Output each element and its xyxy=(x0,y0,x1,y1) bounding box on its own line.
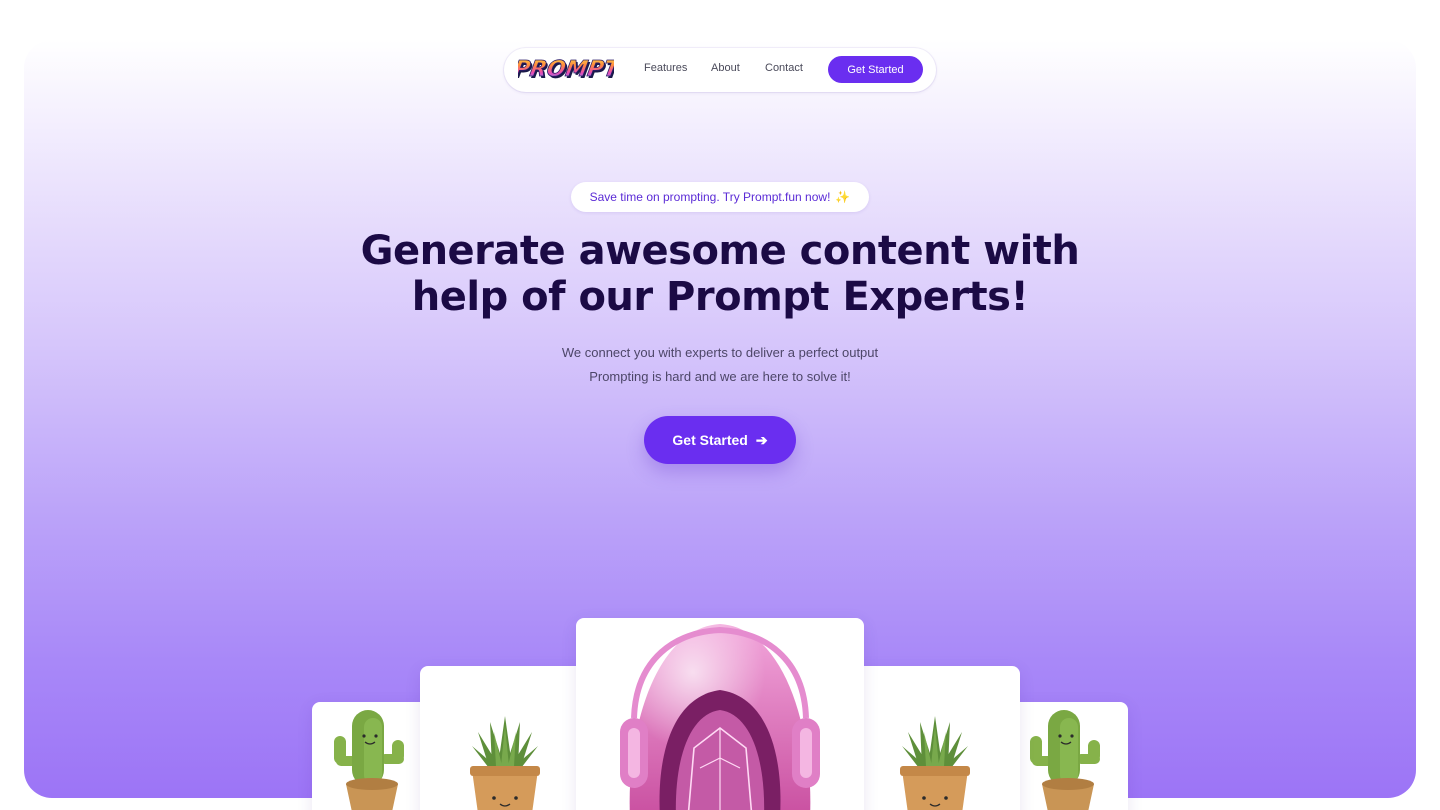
top-navbar: PROMPT PROMPT Features About Contact Get… xyxy=(504,48,936,92)
promo-badge-text: Save time on prompting. Try Prompt.fun n… xyxy=(589,190,831,204)
hero-headline: Generate awesome content with help of ou… xyxy=(320,228,1120,320)
nav-link-about[interactable]: About xyxy=(711,62,740,74)
hero-get-started-button[interactable]: Get Started ➔ xyxy=(644,416,796,464)
hero-cta-label: Get Started xyxy=(672,432,748,448)
gallery-card-robot[interactable] xyxy=(576,618,864,810)
svg-text:PROMPT: PROMPT xyxy=(518,56,614,82)
nav-link-features[interactable]: Features xyxy=(644,62,687,74)
headline-line-2: help of our Prompt Experts! xyxy=(411,274,1029,320)
arrow-right-icon: ➔ xyxy=(755,431,768,448)
promo-badge[interactable]: Save time on prompting. Try Prompt.fun n… xyxy=(571,182,869,212)
cactus-image xyxy=(1030,710,1100,810)
robot-image xyxy=(620,624,820,810)
hero-subtext: We connect you with experts to deliver a… xyxy=(420,341,1020,389)
nav-get-started-button[interactable]: Get Started xyxy=(828,56,923,83)
sparkles-icon: ✨ xyxy=(835,190,851,204)
gallery-card-cactus-left[interactable] xyxy=(312,702,432,810)
subtext-line-1: We connect you with experts to deliver a… xyxy=(561,345,879,360)
gallery-card-cactus-right[interactable] xyxy=(1008,702,1128,810)
succulent-image xyxy=(470,716,540,810)
succulent-image xyxy=(900,716,970,810)
gallery-card-succulent-left[interactable] xyxy=(420,666,590,810)
headline-line-1: Generate awesome content with xyxy=(360,228,1080,274)
prompt-logo[interactable]: PROMPT PROMPT xyxy=(518,54,614,86)
gallery-card-succulent-right[interactable] xyxy=(850,666,1020,810)
subtext-line-2: Prompting is hard and we are here to sol… xyxy=(589,369,851,384)
cactus-image xyxy=(334,710,404,810)
nav-link-contact[interactable]: Contact xyxy=(765,62,803,74)
